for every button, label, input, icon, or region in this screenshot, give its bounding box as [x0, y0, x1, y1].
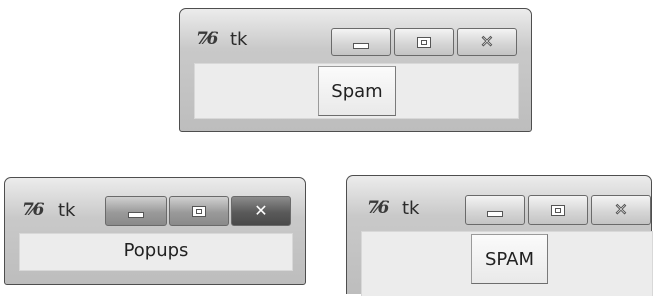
tk-app-icon: 7⁄6 — [196, 29, 218, 49]
close-icon: ✕ — [480, 32, 494, 51]
window-client-area: SPAM — [361, 231, 653, 296]
close-icon: ✕ — [614, 200, 628, 219]
close-icon: ✕ — [254, 201, 268, 220]
tk-window-popups: 7⁄6 tk ✕ Popups — [4, 177, 306, 285]
window-client-area: Spam — [194, 63, 519, 119]
title-bar[interactable]: 7⁄6 tk ✕ — [347, 176, 651, 226]
minimize-icon — [487, 211, 503, 217]
window-title: tk — [230, 29, 248, 50]
minimize-button[interactable] — [331, 28, 391, 56]
close-button[interactable]: ✕ — [457, 28, 517, 56]
title-bar[interactable]: 7⁄6 tk ✕ — [5, 178, 305, 228]
window-title: tk — [58, 200, 76, 221]
spam-upper-button[interactable]: SPAM — [471, 234, 548, 284]
maximize-button[interactable] — [169, 196, 229, 226]
popups-label: Popups — [123, 240, 189, 261]
close-button[interactable]: ✕ — [231, 196, 291, 226]
tk-window-spam: 7⁄6 tk ✕ Spam — [179, 8, 532, 132]
tk-app-icon: 7⁄6 — [22, 200, 44, 220]
minimize-button[interactable] — [465, 195, 525, 225]
maximize-button[interactable] — [394, 28, 454, 56]
window-client-area: Popups — [19, 233, 293, 271]
window-title: tk — [402, 198, 420, 219]
maximize-icon — [551, 204, 565, 216]
minimize-icon — [353, 43, 369, 49]
spam-button[interactable]: Spam — [318, 66, 396, 116]
close-button[interactable]: ✕ — [591, 195, 651, 225]
tk-app-icon: 7⁄6 — [367, 198, 389, 218]
maximize-button[interactable] — [528, 195, 588, 225]
maximize-icon — [192, 205, 206, 217]
minimize-icon — [128, 212, 144, 218]
minimize-button[interactable] — [105, 196, 167, 226]
title-bar[interactable]: 7⁄6 tk ✕ — [180, 9, 531, 59]
maximize-icon — [417, 36, 431, 48]
tk-window-spam-upper: 7⁄6 tk ✕ SPAM — [346, 175, 653, 296]
